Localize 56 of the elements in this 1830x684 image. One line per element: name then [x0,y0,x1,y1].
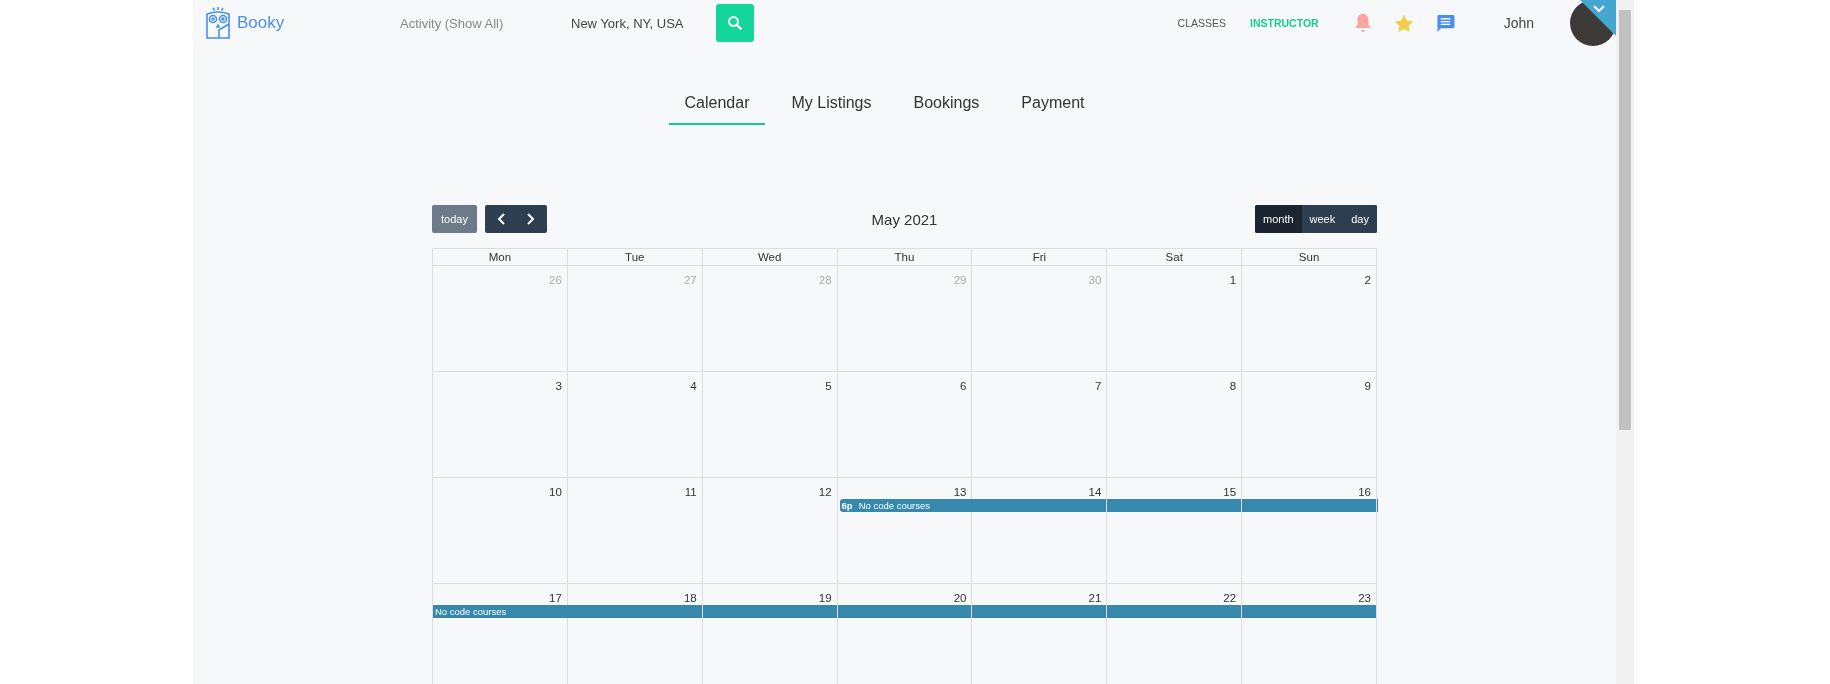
tab[interactable]: Bookings [897,84,996,125]
weekday-header: Fri [972,249,1108,265]
weekday-header: Thu [837,249,973,265]
chat-icon[interactable] [1435,13,1455,33]
user-name[interactable]: John [1503,15,1534,31]
star-icon[interactable] [1393,13,1414,33]
day-number: 17 [549,592,562,604]
weekday-header: Wed [702,249,838,265]
bell-icon[interactable] [1353,13,1372,33]
day-number: 26 [549,274,562,286]
day-number: 2 [1364,274,1371,286]
day-number: 19 [818,592,832,604]
day-number: 11 [684,486,697,498]
dropdown-corner-icon[interactable] [1580,0,1616,36]
weekday-header: Sat [1107,249,1243,265]
day-number: 9 [1364,380,1371,392]
day-number: 7 [1094,380,1102,392]
weekday-header: Sun [1242,249,1377,265]
event-bar[interactable]: 6p No code courses [839,499,1378,512]
day-number: 16 [1358,486,1371,498]
day-number: 18 [683,592,697,604]
day-number: 14 [1088,486,1102,498]
scrollbar[interactable] [1616,0,1634,684]
search-button[interactable] [716,4,754,42]
view-button[interactable]: month [1255,205,1302,233]
day-number: 20 [953,592,967,604]
day-number: 10 [549,486,562,498]
day-number: 12 [818,486,832,498]
day-number: 23 [1358,592,1371,604]
day-number: 15 [1223,486,1237,498]
day-number: 30 [1088,274,1102,286]
location-field[interactable]: New York, NY, USA [571,15,716,31]
day-number: 27 [683,274,697,286]
day-number: 3 [555,380,562,392]
day-number: 28 [818,274,832,286]
day-number: 21 [1088,592,1102,604]
tab[interactable]: Payment [1005,84,1101,125]
tab[interactable]: My Listings [775,84,888,125]
tab[interactable]: Calendar [668,84,766,125]
day-number: 5 [825,380,832,392]
day-number: 13 [953,486,967,498]
weekday-header: Mon [433,249,568,265]
day-number: 22 [1223,592,1237,604]
event-bar[interactable]: No code courses [433,605,1376,618]
day-number: 8 [1229,380,1237,392]
today-button[interactable]: today [432,205,477,233]
nav-link[interactable]: CLASSES [1177,17,1226,29]
search-icon [726,14,744,32]
day-number: 6 [960,380,967,392]
day-number: 29 [953,274,967,286]
weekday-header: Tue [567,249,703,265]
calendar-title: May 2021 [871,210,938,228]
day-number: 4 [690,380,697,392]
day-number: 1 [1229,274,1237,286]
owl-logo-icon[interactable] [205,6,231,40]
scrollbar-thumb[interactable] [1619,10,1631,430]
